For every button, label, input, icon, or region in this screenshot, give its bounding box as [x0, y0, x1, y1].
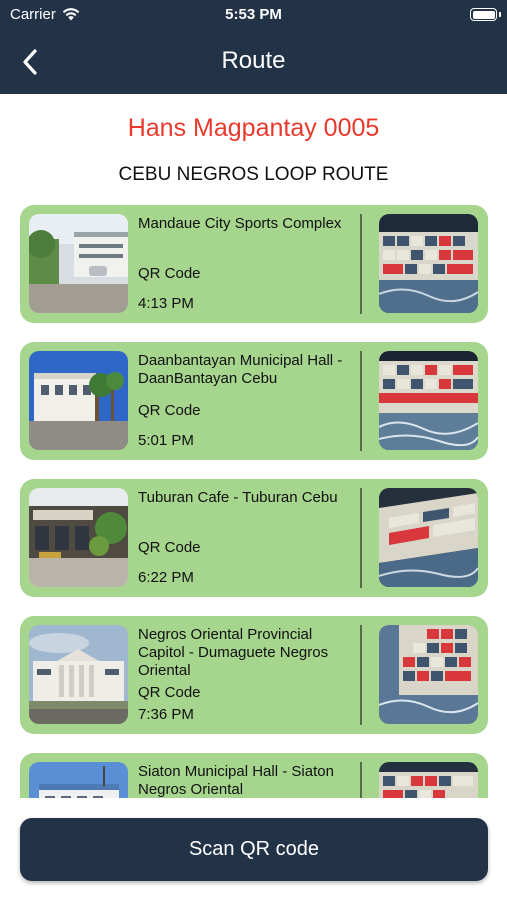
page-title: Route: [221, 47, 286, 74]
municipal-hall-photo: [29, 351, 128, 450]
stop-time: 7:36 PM: [138, 706, 194, 723]
divider: [360, 488, 362, 588]
qr-code-label: QR Code: [138, 402, 201, 419]
qr-code-label: QR Code: [138, 684, 201, 701]
battery-icon: [470, 8, 497, 21]
stop-info: Daanbantayan Municipal Hall - DaanBantay…: [138, 352, 360, 452]
qr-code-label: QR Code: [138, 539, 201, 556]
sports-complex-photo: [29, 214, 128, 313]
stop-time: 4:13 PM: [138, 295, 194, 312]
stop-title: Daanbantayan Municipal Hall - DaanBantay…: [138, 352, 343, 387]
municipal-hall-photo: [29, 762, 128, 798]
scan-qr-button[interactable]: Scan QR code: [20, 818, 488, 881]
route-name: CEBU NEGROS LOOP ROUTE: [118, 164, 389, 185]
stop-card[interactable]: Daanbantayan Municipal Hall - DaanBantay…: [20, 342, 488, 460]
keyboard-photo[interactable]: [379, 625, 478, 724]
stop-title: Mandaue City Sports Complex: [138, 215, 342, 232]
stop-info: Mandaue City Sports Complex QR Code 4:13…: [138, 215, 360, 315]
divider: [360, 625, 362, 725]
stop-info: Siaton Municipal Hall - Siaton Negros Or…: [138, 763, 360, 798]
divider: [360, 351, 362, 451]
stop-info: Tuburan Cafe - Tuburan Cebu QR Code 6:22…: [138, 489, 360, 589]
divider: [360, 214, 362, 314]
stops-list[interactable]: Mandaue City Sports Complex QR Code 4:13…: [0, 200, 507, 798]
keyboard-photo[interactable]: [379, 762, 478, 798]
stop-time: 6:22 PM: [138, 569, 194, 586]
nav-bar: Route: [0, 30, 507, 94]
stop-card[interactable]: Tuburan Cafe - Tuburan Cebu QR Code 6:22…: [20, 479, 488, 597]
keyboard-photo[interactable]: [379, 488, 478, 587]
capitol-photo: [29, 625, 128, 724]
divider: [360, 762, 362, 798]
stop-card[interactable]: Negros Oriental Provincial Capitol - Dum…: [20, 616, 488, 734]
stop-card[interactable]: Mandaue City Sports Complex QR Code 4:13…: [20, 205, 488, 323]
stop-title: Negros Oriental Provincial Capitol - Dum…: [138, 626, 329, 679]
stop-title: Siaton Municipal Hall - Siaton Negros Or…: [138, 763, 334, 798]
cafe-photo: [29, 488, 128, 587]
stop-title: Tuburan Cafe - Tuburan Cebu: [138, 489, 338, 506]
qr-code-label: QR Code: [138, 265, 201, 282]
keyboard-photo[interactable]: [379, 351, 478, 450]
stop-info: Negros Oriental Provincial Capitol - Dum…: [138, 626, 360, 726]
user-name: Hans Magpantay 0005: [127, 114, 380, 142]
status-bar: Carrier 5:53 PM: [0, 0, 507, 30]
stop-card[interactable]: Siaton Municipal Hall - Siaton Negros Or…: [20, 753, 488, 798]
stop-time: 5:01 PM: [138, 432, 194, 449]
battery-tip: [499, 12, 501, 17]
keyboard-photo[interactable]: [379, 214, 478, 313]
status-time: 5:53 PM: [225, 6, 282, 23]
